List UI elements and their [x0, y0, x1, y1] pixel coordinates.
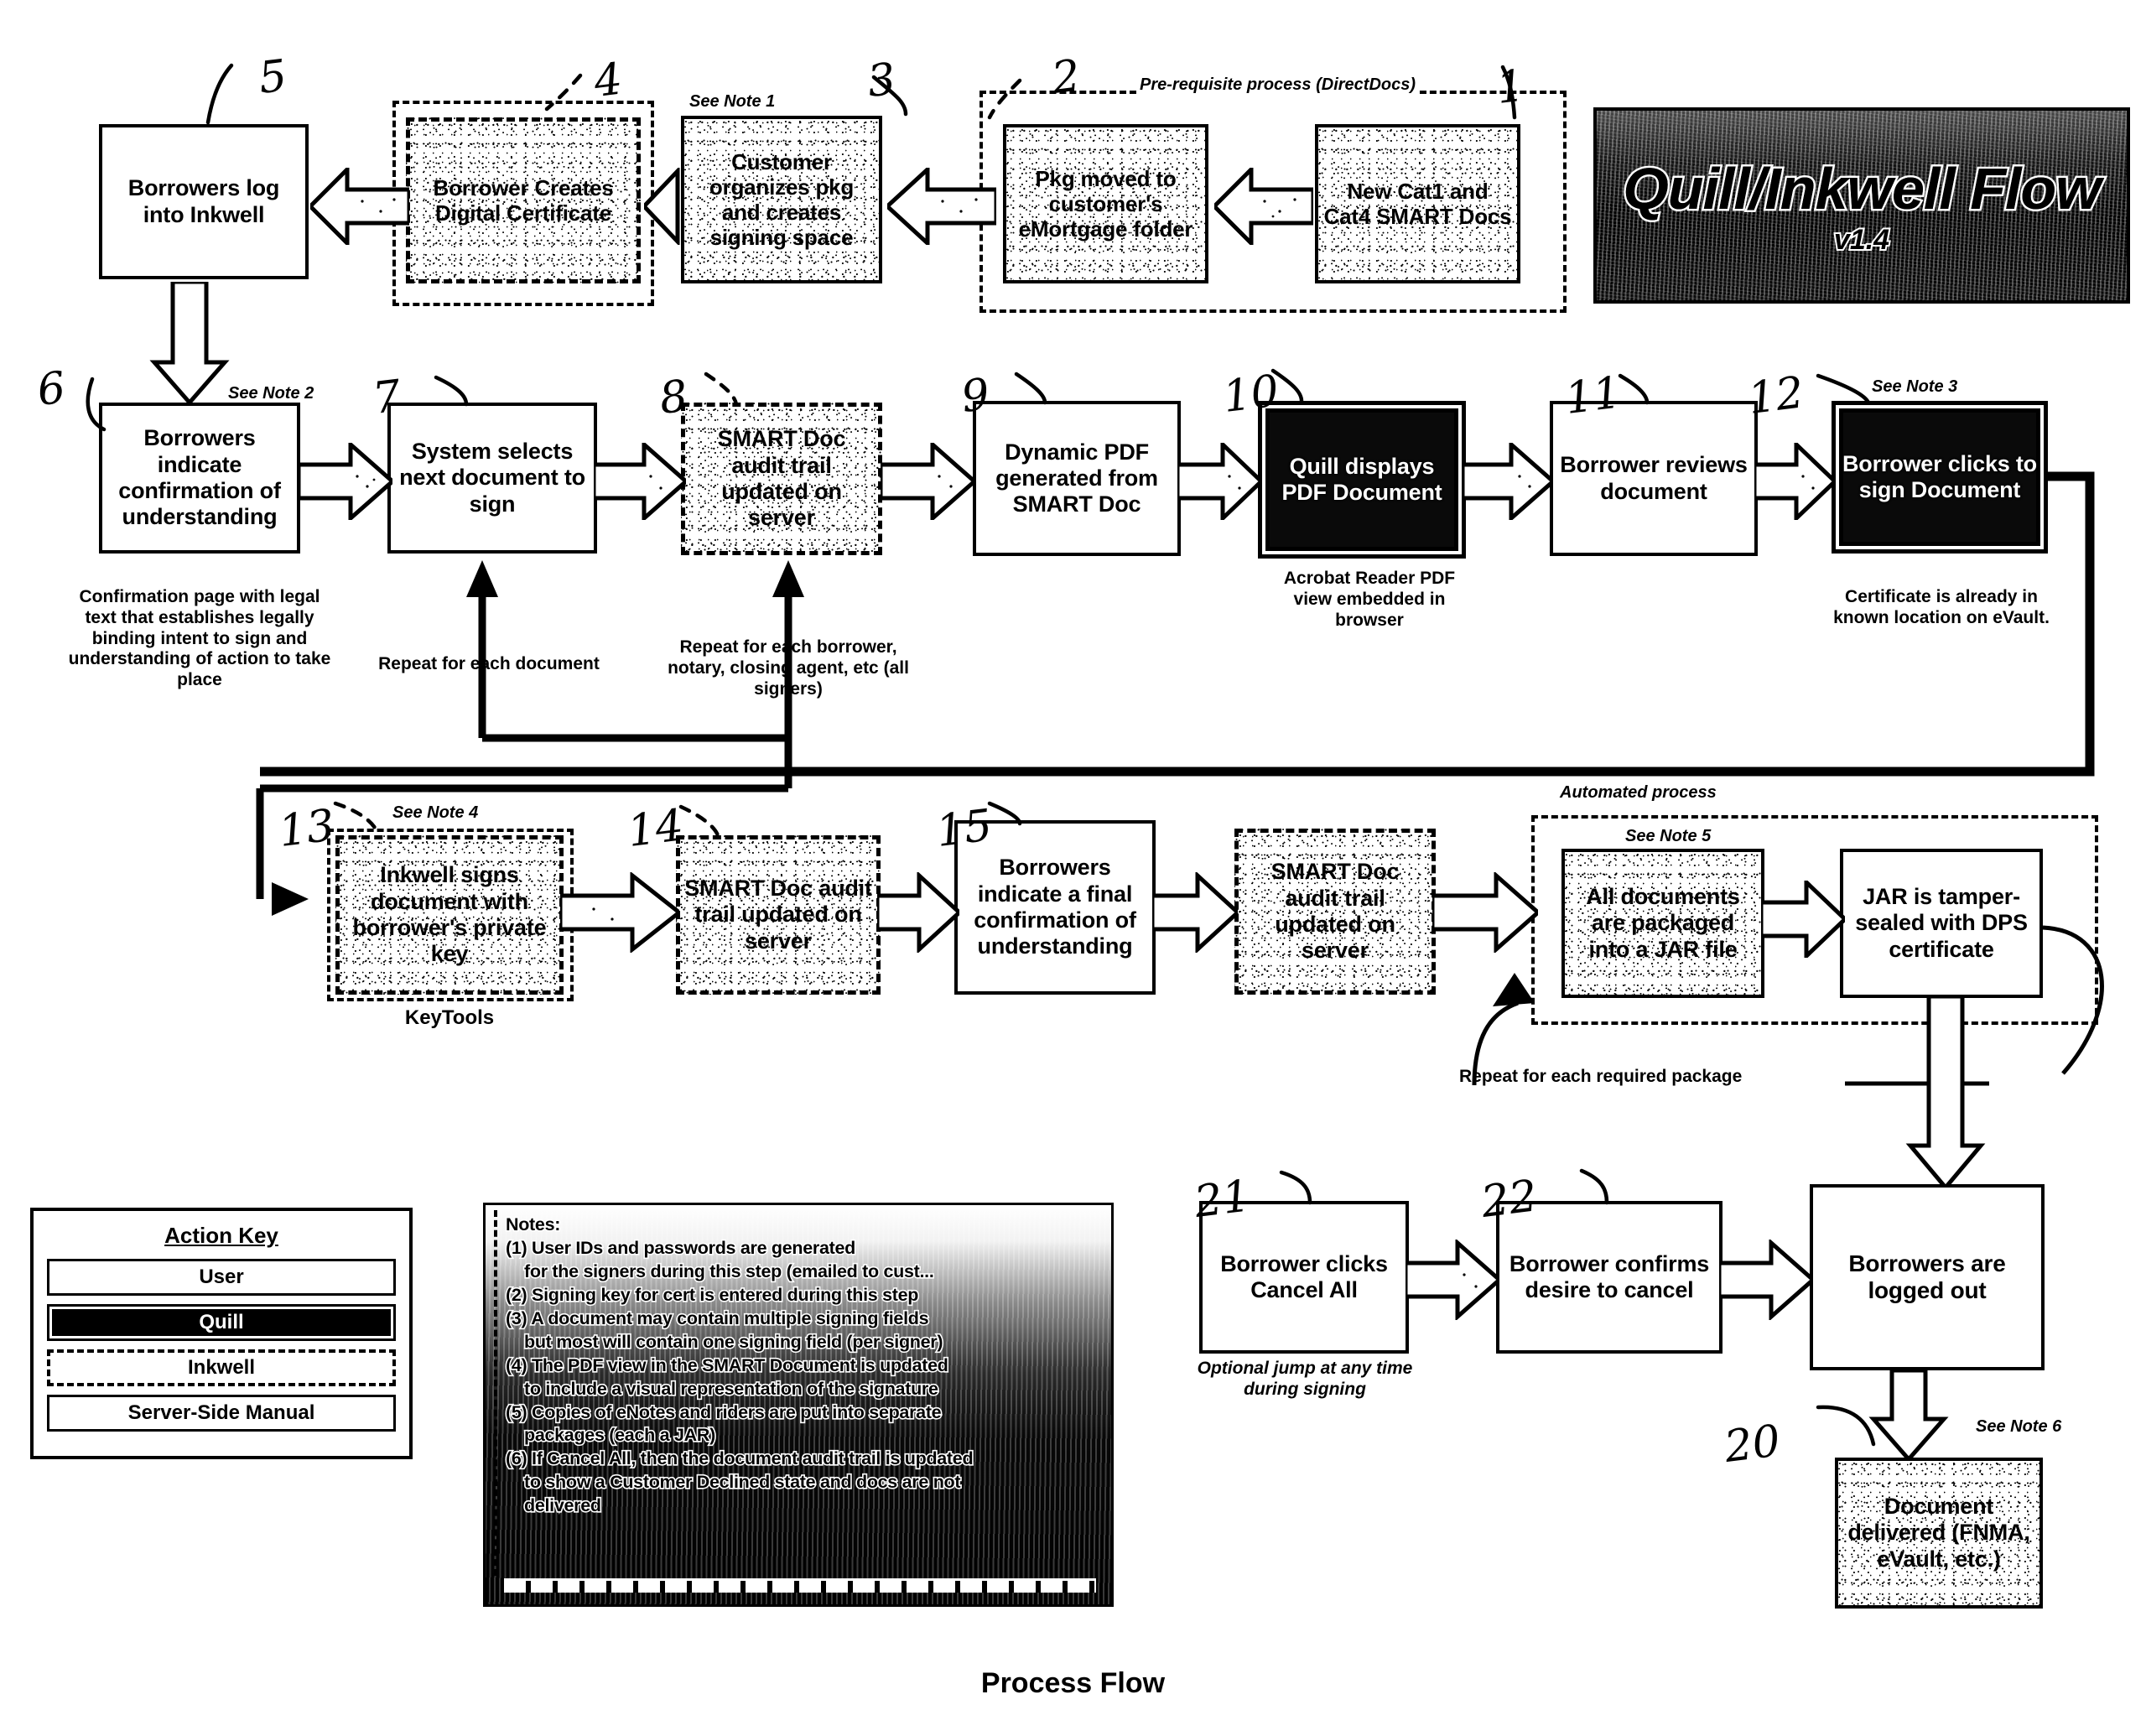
notes-item: (5) Copies of eNotes and riders are put … [504, 1401, 943, 1423]
notes-item: but most will contain one signing field … [522, 1330, 944, 1353]
action-key-row-inkwell: Inkwell [47, 1349, 396, 1386]
notes-item: packages (each a JAR) [522, 1424, 716, 1447]
notes-bottom-bar [504, 1578, 1096, 1593]
banner-version: v1.4 [1832, 222, 1891, 257]
patent-flow-diagram: Pre-requisite process (DirectDocs) Quill… [0, 0, 2146, 1736]
action-key-label-inkwell: Inkwell [187, 1356, 256, 1379]
action-key-row-quill: Quill [47, 1304, 396, 1341]
notes-text: Notes: (1) User IDs and passwords are ge… [486, 1205, 1111, 1518]
node-document-delivered-label: Document delivered (FNMA, eVault, etc.) [1847, 1494, 2030, 1572]
arrow-19-to-20 [1868, 1370, 1949, 1461]
action-key-row-server-side: Server-Side Manual [47, 1395, 396, 1432]
action-key-row-user: User [47, 1259, 396, 1296]
note-ref-6: See Note 6 [1976, 1417, 2062, 1436]
notes-item: (4) The PDF view in the SMART Document i… [504, 1354, 949, 1376]
node-quill-displays-pdf-label: Quill displays PDF Document [1281, 453, 1442, 505]
action-key-title: Action Key [164, 1223, 278, 1248]
notes-item: (1) User IDs and passwords are generated [504, 1236, 856, 1259]
node-borrower-clicks-sign-label: Borrower clicks to sign Document [1842, 450, 2037, 502]
node-document-delivered: Document delivered (FNMA, eVault, etc.) [1835, 1458, 2043, 1609]
action-key-label-server-side: Server-Side Manual [127, 1401, 315, 1424]
notes-heading: Notes: [504, 1213, 562, 1235]
notes-item: to include a visual representation of th… [522, 1377, 939, 1400]
action-key: Action Key User Quill Inkwell Server-Sid… [30, 1208, 413, 1459]
notes-item: delivered [522, 1494, 602, 1517]
action-key-label-quill: Quill [199, 1311, 244, 1333]
notes-block: Notes: (1) User IDs and passwords are ge… [483, 1203, 1114, 1607]
notes-item: to show a Customer Declined state and do… [522, 1471, 962, 1494]
notes-item: (2) Signing key for cert is entered duri… [504, 1283, 920, 1306]
notes-item: (3) A document may contain multiple sign… [504, 1307, 930, 1329]
page-title: Process Flow [980, 1667, 1166, 1699]
action-key-label-user: User [199, 1266, 244, 1288]
banner-title: Quill/Inkwell Flow [1621, 153, 2103, 223]
notes-item: for the signers during this step (emaile… [522, 1260, 935, 1282]
notes-item: (6) If Cancel All, then the document aud… [504, 1448, 974, 1470]
